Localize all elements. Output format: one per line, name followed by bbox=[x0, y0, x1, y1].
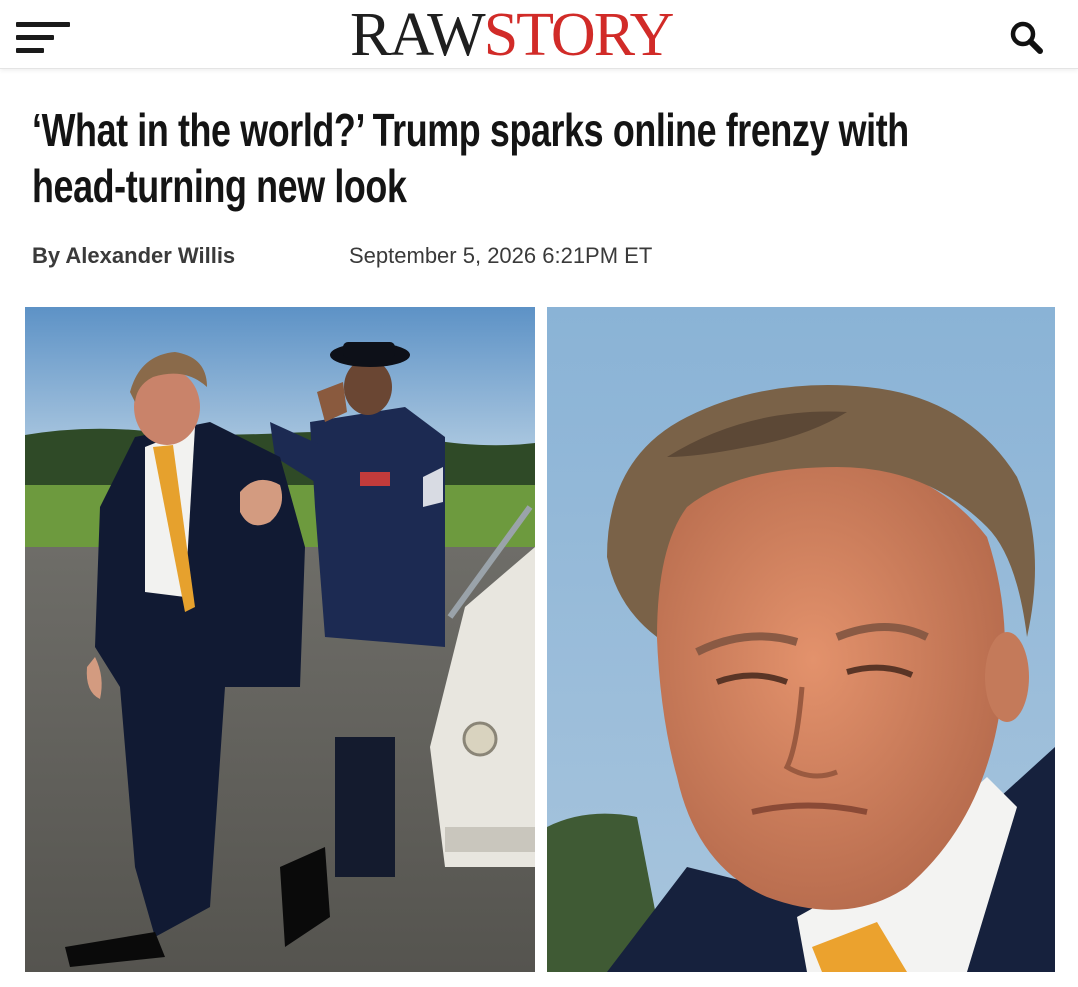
article-photo-left bbox=[25, 307, 535, 972]
site-header: RAW STORY bbox=[0, 0, 1078, 69]
article-headline: ‘What in the world?’ Trump sparks online… bbox=[32, 104, 909, 212]
article-byline[interactable]: By Alexander Willis bbox=[32, 243, 235, 269]
logo-raw: RAW bbox=[350, 1, 486, 69]
hamburger-menu-icon[interactable] bbox=[16, 22, 72, 58]
article-photo-right bbox=[547, 307, 1055, 972]
site-logo[interactable]: RAW STORY bbox=[350, 1, 675, 69]
search-icon[interactable] bbox=[1006, 18, 1046, 58]
article-date: September 5, 2026 6:21PM ET bbox=[349, 243, 653, 268]
logo-story: STORY bbox=[483, 1, 675, 69]
